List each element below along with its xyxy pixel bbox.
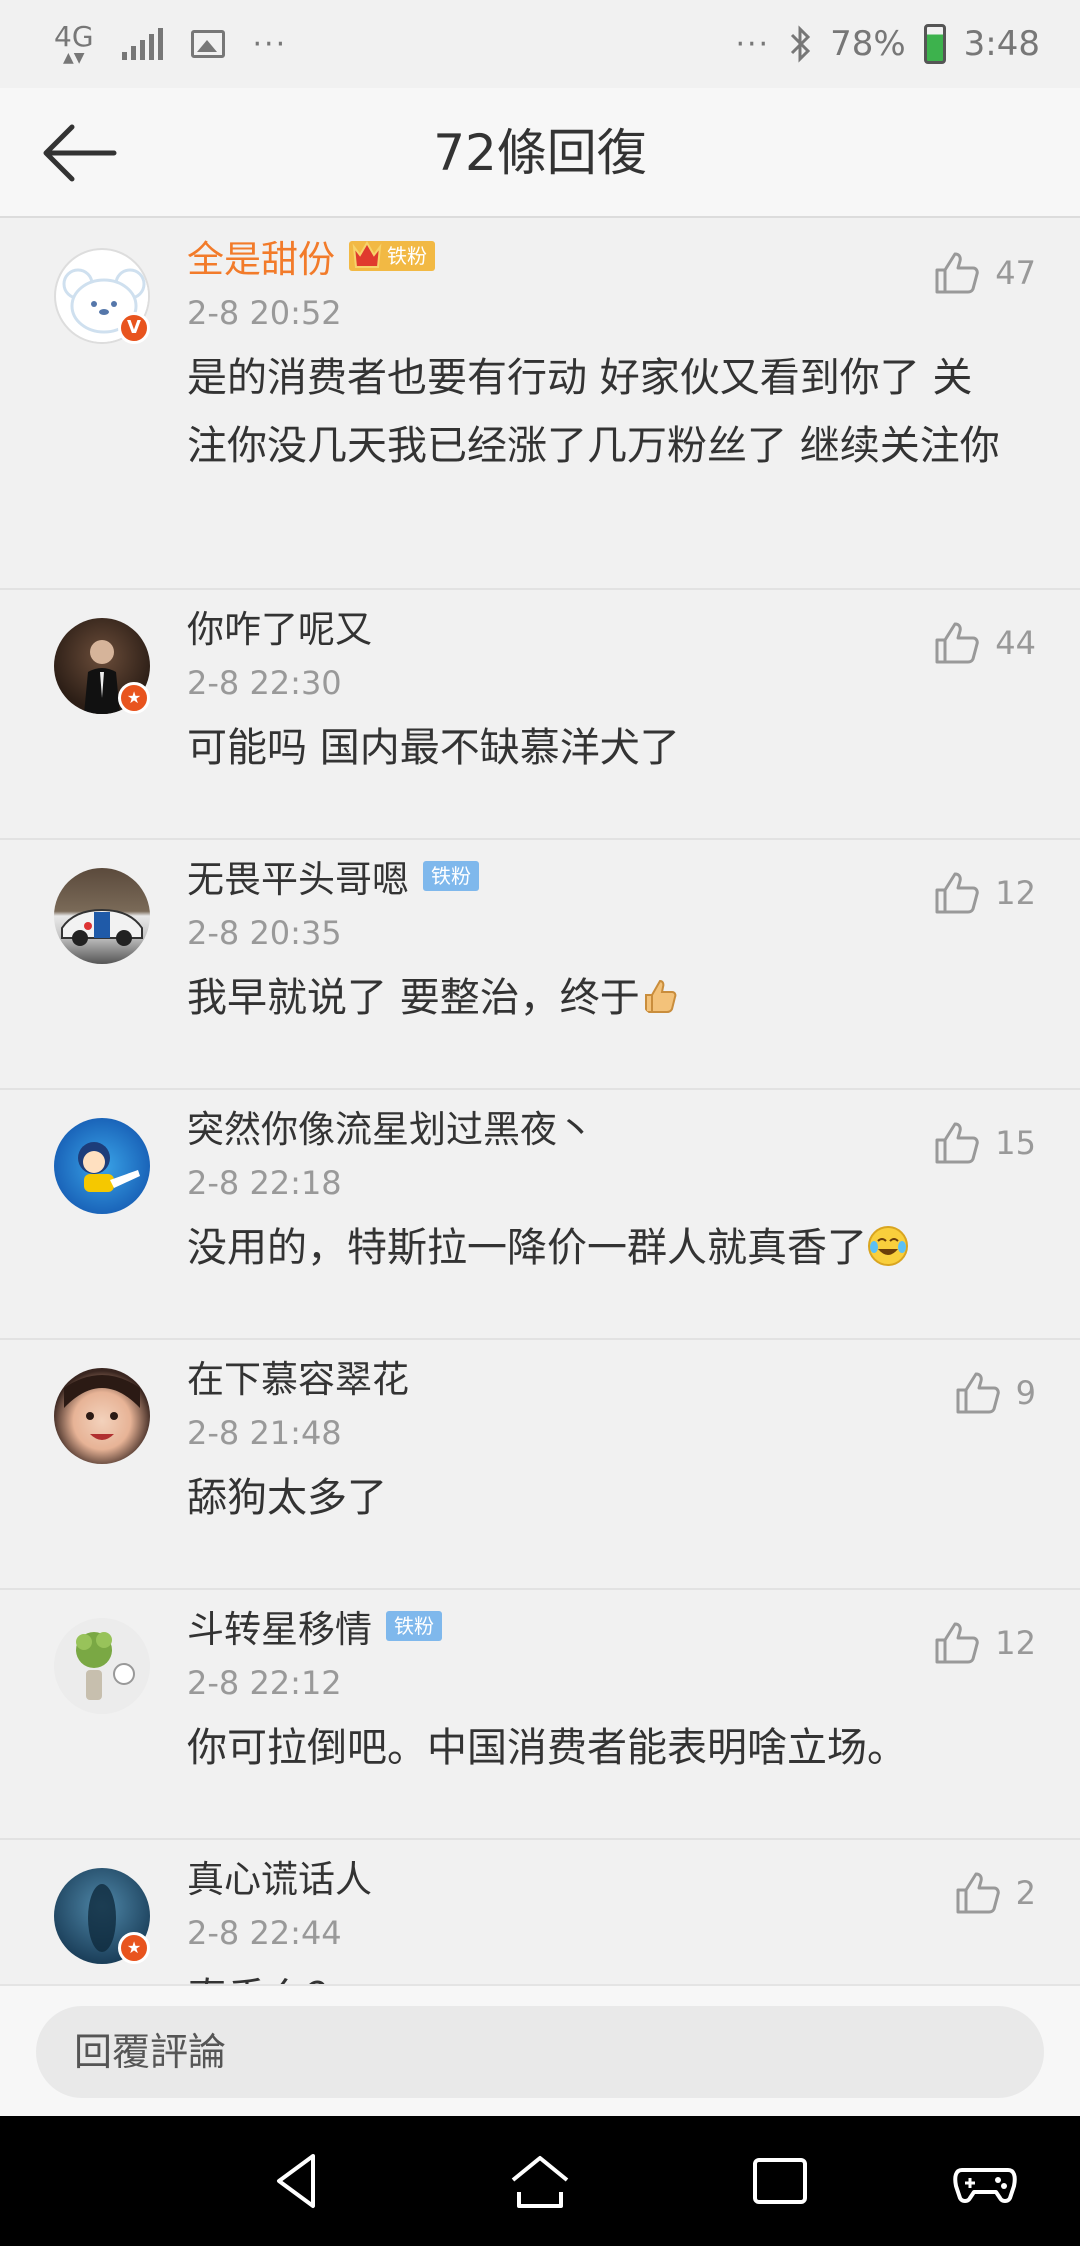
like-count: 12	[995, 874, 1036, 912]
like-count: 15	[995, 1124, 1036, 1162]
image-notification-icon	[190, 30, 225, 58]
username[interactable]: 真心谎话人	[187, 1849, 372, 1903]
signal-icon	[121, 28, 163, 60]
like-count: 44	[995, 624, 1036, 662]
comment-list[interactable]: V 全是甜份 铁粉 2-8 20:52 是的消费者也要有行动 好家伙又看到你了 …	[0, 220, 1080, 1984]
more-notifications-icon: ···	[252, 26, 288, 62]
laughing-crying-emoji-icon	[868, 1226, 908, 1266]
verified-badge: ★	[118, 1932, 150, 1964]
race-car-avatar-icon	[61, 908, 143, 946]
like-count: 2	[1015, 1874, 1036, 1912]
like-button[interactable]: 44	[931, 618, 1036, 668]
recent-apps-nav-icon[interactable]	[745, 2146, 815, 2216]
network-indicator: 4G ▲▼	[54, 20, 94, 66]
crown-icon	[352, 241, 382, 268]
comment-item: ★ 真心谎话人 2-8 22:44 真香么？ 2	[0, 1850, 1080, 1984]
thumbs-up-icon	[956, 1872, 1000, 1914]
comment-text: 是的消费者也要有行动 好家伙又看到你了 关注你没几天我已经涨了几万粉丝了 继续关…	[187, 355, 1000, 469]
thumbs-up-icon	[935, 252, 980, 294]
comment-item: V 全是甜份 铁粉 2-8 20:52 是的消费者也要有行动 好家伙又看到你了 …	[0, 230, 1080, 590]
bluetooth-icon	[791, 25, 811, 63]
timestamp: 2-8 21:48	[187, 1414, 342, 1452]
like-count: 9	[1015, 1374, 1036, 1412]
iron-fan-badge: 铁粉	[423, 861, 479, 891]
comment-text: 可能吗 国内最不缺慕洋犬了	[187, 725, 680, 771]
thumbs-up-icon	[935, 622, 980, 664]
like-button[interactable]: 15	[931, 1118, 1036, 1168]
battery-percent: 78%	[830, 24, 906, 64]
username[interactable]: 斗转星移情	[187, 1599, 372, 1653]
timestamp: 2-8 22:30	[187, 664, 342, 702]
timestamp: 2-8 22:12	[187, 1664, 342, 1702]
avatar[interactable]	[54, 1368, 150, 1464]
comment-text: 舔狗太多了	[187, 1475, 387, 1521]
like-count: 12	[995, 1624, 1036, 1662]
plant-vase-avatar-icon	[76, 1632, 135, 1700]
battery-icon	[923, 24, 946, 64]
comment-item: 无畏平头哥嗯 铁粉 2-8 20:35 我早就说了 要整治，终于 12	[0, 850, 1080, 1090]
like-count: 47	[995, 254, 1036, 292]
more-status-icon: ···	[735, 26, 771, 62]
comment-text-body: 没用的，特斯拉一降价一群人就真香了	[187, 1225, 867, 1271]
thumbs-up-emoji-icon	[644, 979, 677, 1013]
iron-fan-badge: 铁粉	[349, 241, 435, 271]
username[interactable]: 在下慕容翠花	[187, 1349, 409, 1403]
child-face-avatar-icon	[64, 1375, 140, 1440]
timestamp: 2-8 20:35	[187, 914, 342, 952]
like-button[interactable]: 12	[931, 1618, 1036, 1668]
like-button[interactable]: 12	[931, 868, 1036, 918]
like-button[interactable]: 2	[952, 1868, 1036, 1918]
badge-label: 铁粉	[387, 244, 427, 268]
verified-badge: ★	[118, 682, 150, 714]
comment-text: 你可拉倒吧。中国消费者能表明啥立场。	[187, 1725, 907, 1771]
like-button[interactable]: 47	[931, 248, 1036, 298]
comment-item: ★ 你咋了呢又 2-8 22:30 可能吗 国内最不缺慕洋犬了 44	[0, 600, 1080, 840]
network-label: 4G	[54, 20, 94, 53]
system-nav-bar	[0, 2116, 1080, 2246]
home-nav-icon[interactable]	[505, 2146, 575, 2216]
comment-text-body: 我早就说了 要整治，终于	[187, 975, 640, 1021]
cartoon-character-avatar-icon	[78, 1142, 140, 1192]
clock: 3:48	[963, 24, 1040, 64]
avatar[interactable]	[54, 1118, 150, 1214]
username[interactable]: 无畏平头哥嗯	[187, 849, 409, 903]
username[interactable]: 突然你像流星划过黑夜丶	[187, 1099, 594, 1153]
comment-item: 突然你像流星划过黑夜丶 2-8 22:18 没用的，特斯拉一降价一群人就真香了 …	[0, 1100, 1080, 1340]
reply-input[interactable]: 回覆評論	[36, 2006, 1044, 2098]
back-nav-icon[interactable]	[265, 2146, 335, 2216]
timestamp: 2-8 20:52	[187, 294, 342, 332]
thumbs-up-icon	[935, 1622, 980, 1664]
timestamp: 2-8 22:44	[187, 1914, 342, 1952]
iron-fan-badge: 铁粉	[386, 1611, 442, 1641]
comment-text: 没用的，特斯拉一降价一群人就真香了	[187, 1208, 1036, 1304]
game-controller-icon[interactable]	[950, 2146, 1020, 2216]
comment-text: 我早就说了 要整治，终于	[187, 958, 1036, 1054]
thumbs-up-icon	[956, 1372, 1000, 1414]
like-button[interactable]: 9	[952, 1368, 1036, 1418]
username[interactable]: 你咋了呢又	[187, 599, 372, 653]
avatar[interactable]	[54, 1618, 150, 1714]
header: 72條回復	[0, 88, 1080, 218]
verified-badge: V	[118, 312, 150, 344]
comment-text: 真香么？	[187, 1958, 1036, 1984]
thumbs-up-icon	[935, 872, 980, 914]
thumbs-up-icon	[935, 1122, 980, 1164]
comment-item: 在下慕容翠花 2-8 21:48 舔狗太多了 9	[0, 1350, 1080, 1590]
timestamp: 2-8 22:18	[187, 1164, 342, 1202]
page-title: 72條回復	[433, 124, 647, 182]
username[interactable]: 全是甜份	[187, 229, 335, 283]
reply-bar: 回覆評論	[0, 1984, 1080, 2116]
avatar[interactable]	[54, 868, 150, 964]
status-bar: 4G ▲▼ ··· ··· 78% 3:48	[0, 0, 1080, 88]
comment-item: 斗转星移情 铁粉 2-8 22:12 你可拉倒吧。中国消费者能表明啥立场。 12	[0, 1600, 1080, 1840]
